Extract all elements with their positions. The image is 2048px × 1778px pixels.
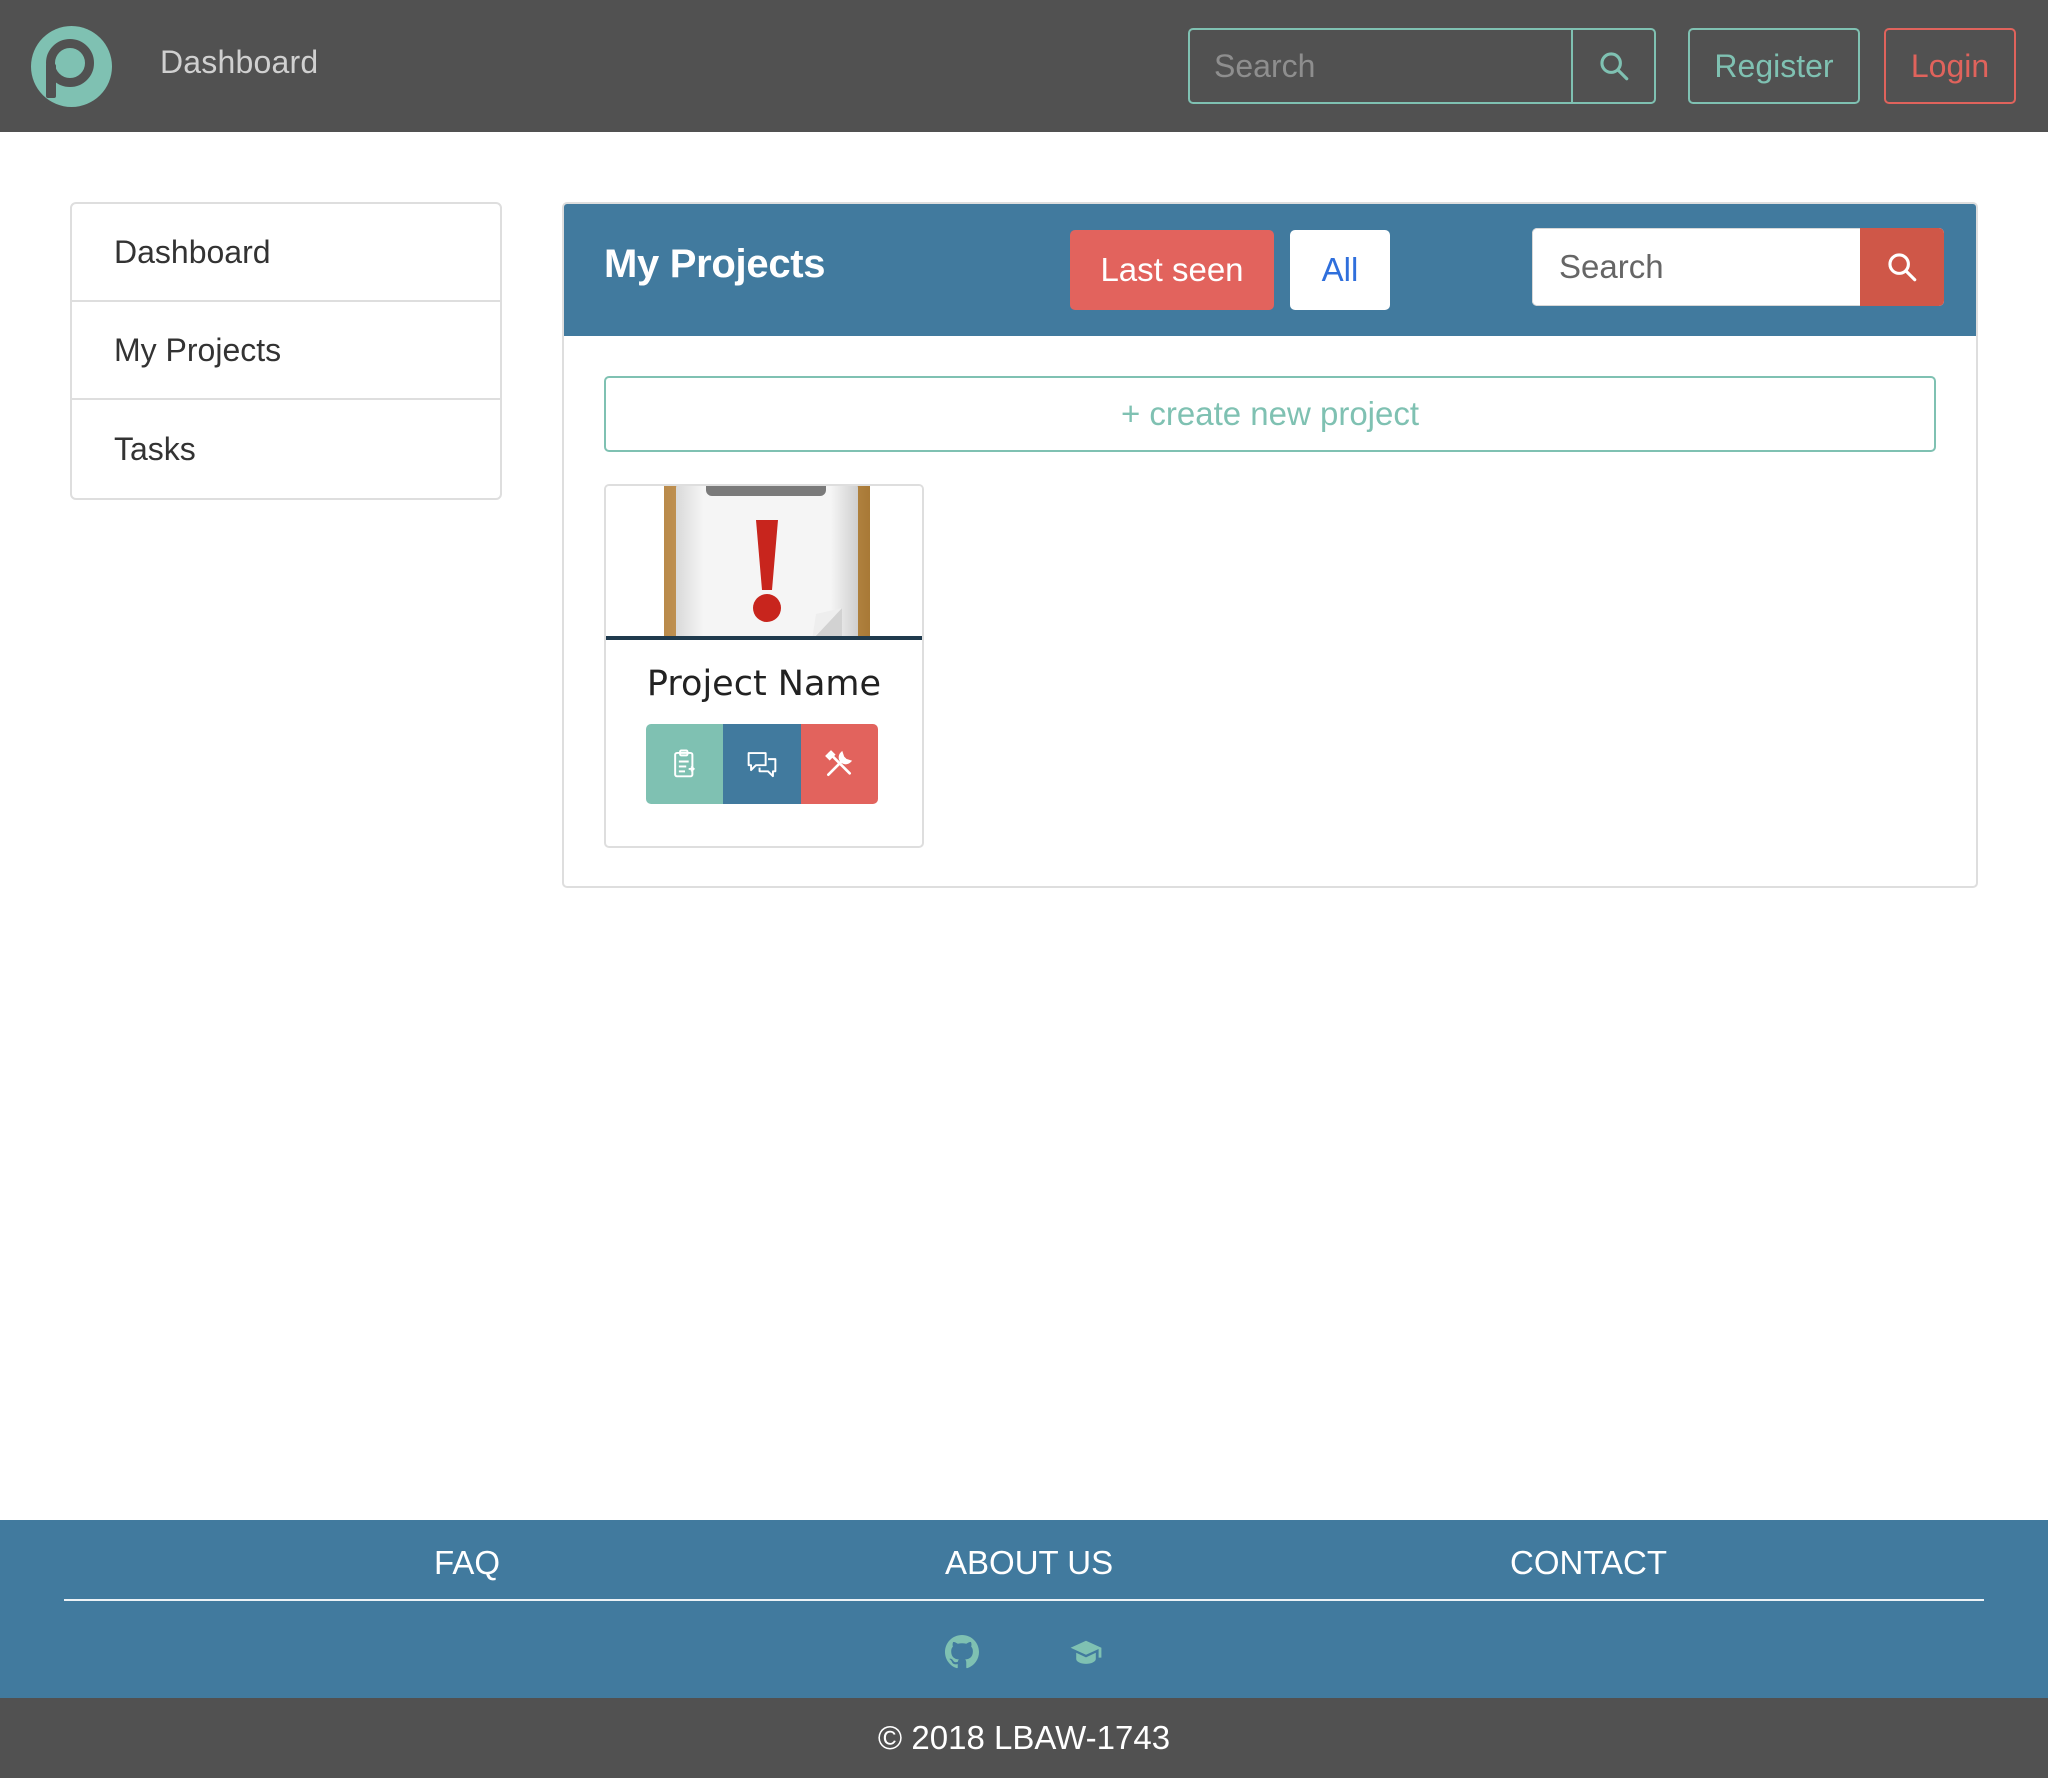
panel-title: My Projects (604, 242, 826, 286)
footer: FAQ ABOUT US CONTACT (0, 1520, 2048, 1698)
tab-all[interactable]: All (1290, 230, 1390, 310)
projects-search-button[interactable] (1860, 228, 1944, 306)
navbar-search-input[interactable] (1190, 30, 1571, 102)
graduation-cap-icon[interactable] (1066, 1632, 1106, 1672)
top-navbar: Dashboard Register Login (0, 0, 2048, 132)
copyright: © 2018 LBAW-1743 (0, 1698, 2048, 1778)
footer-link-contact[interactable]: CONTACT (1510, 1544, 1667, 1582)
navbar-search (1188, 28, 1656, 104)
projects-panel: My Projects Last seen All + create new p… (562, 202, 1978, 888)
project-name[interactable]: Project Name (606, 664, 922, 704)
chat-icon (747, 752, 777, 778)
project-chat-button[interactable] (723, 724, 801, 804)
clipboard-icon (673, 749, 695, 778)
register-button[interactable]: Register (1688, 28, 1860, 104)
tools-icon (825, 750, 853, 776)
create-project-button[interactable]: + create new project (604, 376, 1936, 452)
projects-panel-header: My Projects Last seen All (564, 204, 1976, 336)
project-card[interactable]: Project Name (604, 484, 924, 848)
projects-search-input[interactable] (1532, 228, 1860, 306)
search-icon (1888, 253, 1917, 282)
github-icon[interactable] (942, 1632, 982, 1672)
project-actions (646, 724, 878, 804)
sidebar: Dashboard My Projects Tasks (70, 202, 502, 500)
clipboard-alert-icon (606, 486, 922, 640)
sidebar-item-my-projects[interactable]: My Projects (72, 302, 500, 400)
sidebar-item-dashboard[interactable]: Dashboard (72, 204, 500, 302)
tab-last-seen[interactable]: Last seen (1070, 230, 1274, 310)
footer-link-faq[interactable]: FAQ (434, 1544, 500, 1582)
project-settings-button[interactable] (800, 724, 878, 804)
footer-divider (64, 1599, 1984, 1601)
login-button[interactable]: Login (1884, 28, 2016, 104)
footer-link-about-us[interactable]: ABOUT US (945, 1544, 1113, 1582)
project-tasks-button[interactable] (646, 724, 724, 804)
search-icon (1599, 52, 1628, 81)
navbar-brand[interactable]: Dashboard (160, 44, 318, 81)
projects-search (1532, 228, 1944, 306)
navbar-search-button[interactable] (1571, 30, 1654, 102)
logo-icon[interactable] (31, 26, 112, 107)
sidebar-item-tasks[interactable]: Tasks (72, 400, 500, 498)
